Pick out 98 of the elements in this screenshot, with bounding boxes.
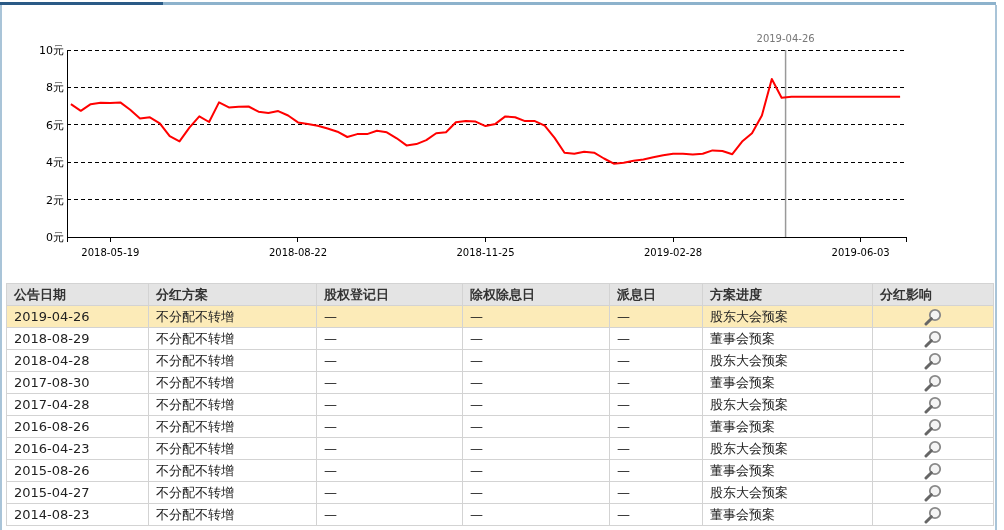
table-cell: 不分配不转增 bbox=[148, 349, 317, 372]
search-icon[interactable] bbox=[924, 395, 942, 414]
table-cell: — bbox=[462, 415, 610, 438]
table-cell: 董事会预案 bbox=[702, 503, 873, 526]
table-cell: 2014-08-23 bbox=[6, 503, 149, 526]
search-icon[interactable] bbox=[924, 417, 942, 436]
table-cell: 2015-04-27 bbox=[6, 481, 149, 504]
axis-label: 0元 bbox=[46, 231, 64, 244]
table-row[interactable]: 2016-04-23 不分配不转增 — — — 股东大会预案 bbox=[6, 437, 994, 460]
table-cell: — bbox=[609, 437, 703, 460]
search-icon[interactable] bbox=[924, 483, 942, 502]
table-row[interactable]: 2016-08-26 不分配不转增 — — — 董事会预案 bbox=[6, 415, 994, 438]
table-cell: — bbox=[609, 349, 703, 372]
axis-label: 2元 bbox=[46, 193, 64, 207]
table-cell: — bbox=[609, 393, 703, 416]
table-cell: — bbox=[316, 327, 463, 350]
table-cell: — bbox=[316, 481, 463, 504]
axis-label: 2018-08-22 bbox=[268, 247, 328, 258]
table-cell: 不分配不转增 bbox=[148, 459, 317, 482]
marker-label: 2019-04-26 bbox=[756, 33, 815, 44]
column-header: 派息日 bbox=[609, 283, 703, 306]
table-cell: — bbox=[462, 305, 610, 328]
table-row[interactable]: 2015-04-27 不分配不转增 — — — 股东大会预案 bbox=[6, 481, 994, 504]
table-cell: 董事会预案 bbox=[702, 327, 873, 350]
search-icon[interactable] bbox=[924, 329, 942, 348]
table-cell: — bbox=[316, 437, 463, 460]
search-icon[interactable] bbox=[924, 505, 942, 524]
axis-label: 10元 bbox=[39, 44, 64, 57]
table-cell: 2019-04-26 bbox=[6, 305, 149, 328]
table-row[interactable]: 2018-04-28 不分配不转增 — — — 股东大会预案 bbox=[6, 349, 994, 372]
table-cell: 股东大会预案 bbox=[702, 349, 873, 372]
table-cell: — bbox=[609, 371, 703, 394]
table-cell: 股东大会预案 bbox=[702, 481, 873, 504]
table-cell: 不分配不转增 bbox=[148, 503, 317, 526]
search-icon[interactable] bbox=[924, 439, 942, 458]
table-row[interactable]: 2019-04-26 不分配不转增 — — — 股东大会预案 bbox=[6, 305, 994, 328]
table-cell: — bbox=[316, 393, 463, 416]
table-cell: — bbox=[462, 481, 610, 504]
table-cell: — bbox=[462, 459, 610, 482]
table-row[interactable]: 2015-08-26 不分配不转增 — — — 董事会预案 bbox=[6, 459, 994, 482]
table-cell: 董事会预案 bbox=[702, 371, 873, 394]
table-cell: 不分配不转增 bbox=[148, 393, 317, 416]
table-cell: 不分配不转增 bbox=[148, 327, 317, 350]
table-cell: 2017-04-28 bbox=[6, 393, 149, 416]
table-cell: — bbox=[316, 503, 463, 526]
table-cell: 股东大会预案 bbox=[702, 393, 873, 416]
table-cell: — bbox=[462, 327, 610, 350]
table-cell: — bbox=[316, 305, 463, 328]
search-icon[interactable] bbox=[924, 461, 942, 480]
axis-label: 8元 bbox=[46, 81, 64, 95]
table-cell: — bbox=[316, 349, 463, 372]
table-cell: 股东大会预案 bbox=[702, 305, 873, 328]
column-header: 公告日期 bbox=[6, 283, 149, 306]
column-header: 股权登记日 bbox=[316, 283, 463, 306]
table-cell: — bbox=[462, 371, 610, 394]
table-row[interactable]: 2018-08-29 不分配不转增 — — — 董事会预案 bbox=[6, 327, 994, 350]
table-cell: 不分配不转增 bbox=[148, 305, 317, 328]
axis-label: 2019-02-28 bbox=[644, 247, 703, 258]
table-row[interactable]: 2014-08-23 不分配不转增 — — — 董事会预案 bbox=[6, 503, 994, 526]
table-cell: 2016-08-26 bbox=[6, 415, 149, 438]
table-cell: 不分配不转增 bbox=[148, 437, 317, 460]
table-cell: — bbox=[609, 327, 703, 350]
table-cell: 2018-08-29 bbox=[6, 327, 149, 350]
table-cell: 不分配不转增 bbox=[148, 481, 317, 504]
axis-label: 4元 bbox=[46, 156, 64, 170]
search-icon[interactable] bbox=[924, 351, 942, 370]
table-cell: — bbox=[462, 437, 610, 460]
table-cell: 股东大会预案 bbox=[702, 437, 873, 460]
table-cell: 2015-08-26 bbox=[6, 459, 149, 482]
table-cell: 2016-04-23 bbox=[6, 437, 149, 460]
column-header: 分红影响 bbox=[872, 283, 994, 306]
table-row[interactable]: 2017-08-30 不分配不转增 — — — 董事会预案 bbox=[6, 371, 994, 394]
table-cell: — bbox=[462, 503, 610, 526]
table-cell: 不分配不转增 bbox=[148, 371, 317, 394]
axis-label: 2019-06-03 bbox=[831, 247, 890, 258]
search-icon[interactable] bbox=[924, 307, 942, 326]
table-cell: — bbox=[462, 393, 610, 416]
table-cell: 董事会预案 bbox=[702, 415, 873, 438]
table-cell: — bbox=[609, 415, 703, 438]
column-header: 除权除息日 bbox=[462, 283, 610, 306]
axis-label: 6元 bbox=[46, 118, 64, 132]
table-cell: 2018-04-28 bbox=[6, 349, 149, 372]
table-cell: — bbox=[609, 481, 703, 504]
axis-label: 2018-05-19 bbox=[81, 247, 140, 258]
table-cell: — bbox=[316, 459, 463, 482]
table-cell: 董事会预案 bbox=[702, 459, 873, 482]
table-cell: — bbox=[316, 371, 463, 394]
axis-label: 2018-11-25 bbox=[456, 247, 515, 258]
table-cell: — bbox=[462, 349, 610, 372]
column-header: 分红方案 bbox=[148, 283, 317, 306]
search-icon[interactable] bbox=[924, 373, 942, 392]
table-cell: — bbox=[609, 459, 703, 482]
column-header: 方案进度 bbox=[702, 283, 873, 306]
table-cell: 2017-08-30 bbox=[6, 371, 149, 394]
table-cell: 不分配不转增 bbox=[148, 415, 317, 438]
table-cell: — bbox=[316, 415, 463, 438]
table-cell: — bbox=[609, 503, 703, 526]
table-row[interactable]: 2017-04-28 不分配不转增 — — — 股东大会预案 bbox=[6, 393, 994, 416]
